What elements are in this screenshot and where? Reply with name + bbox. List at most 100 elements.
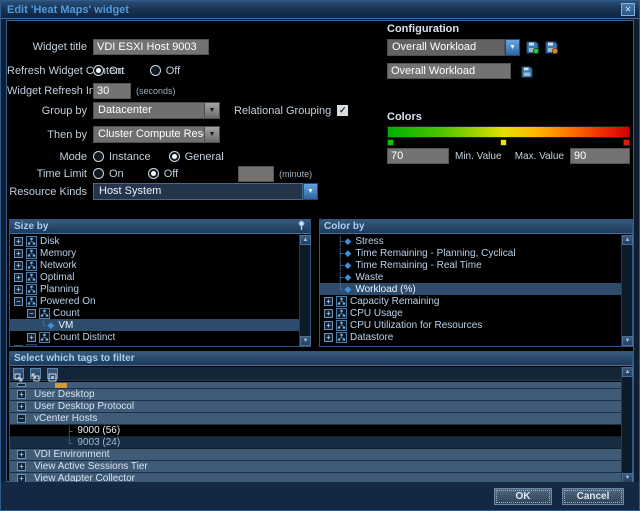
tree-item[interactable]: +Planning [10, 283, 299, 295]
metric-diamond-icon: ◆ [344, 236, 351, 247]
collapse-all-icon[interactable] [30, 368, 41, 379]
time-limit-input[interactable] [238, 166, 274, 182]
scroll-up-icon[interactable]: ▲ [622, 367, 633, 377]
expand-icon[interactable]: + [17, 462, 26, 471]
tree-item[interactable]: −Powered On [10, 295, 299, 307]
tree-item-label: Memory [40, 248, 76, 259]
color-by-tree[interactable]: ├◆Stress├◆Time Remaining - Planning, Cyc… [320, 235, 621, 346]
config-name-input[interactable] [387, 63, 511, 79]
cancel-button[interactable]: Cancel [562, 488, 624, 505]
tag-row-partial [10, 382, 621, 389]
tag-group-label: vCenter Hosts [34, 413, 97, 424]
refresh-on-radio[interactable] [93, 65, 104, 76]
time-limit-off-radio[interactable] [148, 168, 159, 179]
mode-general-radio[interactable] [169, 151, 180, 162]
mode-instance-radio[interactable] [93, 151, 104, 162]
expand-icon[interactable]: + [324, 309, 333, 318]
refresh-interval-input[interactable] [93, 83, 131, 99]
time-limit-on-label: On [109, 168, 124, 180]
tree-item[interactable]: −Count [10, 307, 299, 319]
size-by-tree[interactable]: +Disk+Memory+Network+Optimal+Planning−Po… [10, 235, 299, 346]
tree-item[interactable]: +Disk [10, 235, 299, 247]
expand-icon[interactable]: + [17, 390, 26, 399]
expand-icon[interactable]: + [324, 333, 333, 342]
dropdown-arrow-icon[interactable]: ▼ [205, 102, 220, 119]
mid-color-marker[interactable] [500, 139, 507, 146]
collapse-icon[interactable]: − [17, 414, 26, 423]
expand-all-icon[interactable] [13, 368, 24, 379]
tags-list[interactable]: +User Desktop+User Desktop Protocol−vCen… [10, 382, 621, 483]
collapse-icon[interactable]: − [27, 309, 36, 318]
expand-icon[interactable]: + [17, 402, 26, 411]
size-by-scrollbar[interactable]: ▲ ▼ [299, 235, 310, 346]
save-config-remove-icon[interactable] [545, 41, 558, 54]
time-limit-on-radio[interactable] [93, 168, 104, 179]
scroll-up-icon[interactable]: ▲ [622, 235, 633, 245]
config-preset-dropdown[interactable]: Overall Workload ▼ [387, 39, 520, 56]
tree-item[interactable]: +Datastore [320, 331, 621, 343]
expand-icon[interactable]: + [324, 297, 333, 306]
close-icon[interactable]: ✕ [621, 3, 635, 16]
tree-item[interactable]: +Capacity Remaining [320, 295, 621, 307]
min-color-marker[interactable] [387, 139, 394, 146]
scroll-down-icon[interactable]: ▼ [622, 336, 633, 346]
tree-item[interactable]: └◆VM [10, 319, 299, 331]
tag-value-row[interactable]: ├9000 (56) [10, 425, 621, 437]
tree-item[interactable]: +CPU Usage [320, 307, 621, 319]
tree-connector: └ [337, 284, 343, 294]
tag-group-row[interactable]: −vCenter Hosts [10, 413, 621, 425]
refresh-content-row: Refresh Widget Content On Off [7, 62, 198, 79]
tag-group-row[interactable]: +User Desktop [10, 389, 621, 401]
tree-item[interactable]: ├◆Waste [320, 271, 621, 283]
max-color-marker[interactable] [623, 139, 630, 146]
expand-icon[interactable]: + [14, 273, 23, 282]
chevron-down-icon[interactable]: ▼ [505, 39, 520, 56]
ok-button[interactable]: OK [494, 488, 552, 505]
collapse-icon[interactable]: − [14, 297, 23, 306]
expand-icon[interactable]: + [14, 261, 23, 270]
color-by-scrollbar[interactable]: ▲ ▼ [621, 235, 632, 346]
tree-item[interactable]: + [10, 343, 299, 346]
tree-item[interactable]: +Count Distinct [10, 331, 299, 343]
dropdown-arrow-icon[interactable]: ▼ [205, 126, 220, 143]
expand-icon[interactable]: + [17, 450, 26, 459]
tree-item[interactable]: +Optimal [10, 271, 299, 283]
pin-icon[interactable] [297, 220, 306, 234]
expand-icon[interactable]: + [324, 321, 333, 330]
tag-group-row[interactable]: +View Active Sessions Tier [10, 461, 621, 473]
color-gradient-bar[interactable] [387, 126, 630, 138]
expand-icon[interactable]: + [14, 249, 23, 258]
tags-scrollbar[interactable]: ▲ ▼ [621, 367, 632, 483]
expand-icon[interactable]: + [14, 237, 23, 246]
tag-group-row[interactable]: +VDI Environment [10, 449, 621, 461]
resource-kinds-row: Resource Kinds Host System ▼ [7, 183, 318, 200]
group-by-label: Group by [7, 105, 93, 117]
scroll-down-icon[interactable]: ▼ [300, 336, 311, 346]
relational-grouping-checkbox[interactable]: ✓ [337, 105, 348, 116]
save-config-add-icon[interactable] [526, 41, 539, 54]
scroll-up-icon[interactable]: ▲ [300, 235, 311, 245]
tag-value-row[interactable]: └9003 (24) [10, 437, 621, 449]
max-value-input[interactable] [570, 148, 630, 164]
min-value-input[interactable] [387, 148, 449, 164]
tree-item[interactable]: + Memory [10, 247, 299, 259]
tree-item[interactable]: ├◆Time Remaining - Planning, Cyclical [320, 247, 621, 259]
tree-item[interactable]: +Network [10, 259, 299, 271]
expand-icon[interactable]: + [14, 285, 23, 294]
tag-group-row[interactable]: +User Desktop Protocol [10, 401, 621, 413]
tag-badge [55, 383, 67, 388]
tree-item[interactable]: ├◆Time Remaining - Real Time [320, 259, 621, 271]
tree-item[interactable]: ├◆Stress [320, 235, 621, 247]
expand-icon[interactable]: + [14, 345, 23, 347]
tree-item[interactable]: +CPU Utilization for Resources [320, 319, 621, 331]
refresh-off-radio[interactable] [150, 65, 161, 76]
resource-kinds-dropdown[interactable]: Host System ▼ [93, 183, 318, 200]
then-by-dropdown[interactable]: Cluster Compute Resource ▼ [93, 126, 220, 143]
clear-selection-icon[interactable] [47, 368, 58, 379]
expand-icon[interactable]: + [27, 333, 36, 342]
tree-item[interactable]: └◆Workload (%) [320, 283, 621, 295]
save-icon[interactable] [521, 65, 534, 78]
group-by-dropdown[interactable]: Datacenter ▼ [93, 102, 220, 119]
widget-title-input[interactable] [93, 39, 209, 55]
chevron-down-icon[interactable]: ▼ [303, 183, 318, 200]
